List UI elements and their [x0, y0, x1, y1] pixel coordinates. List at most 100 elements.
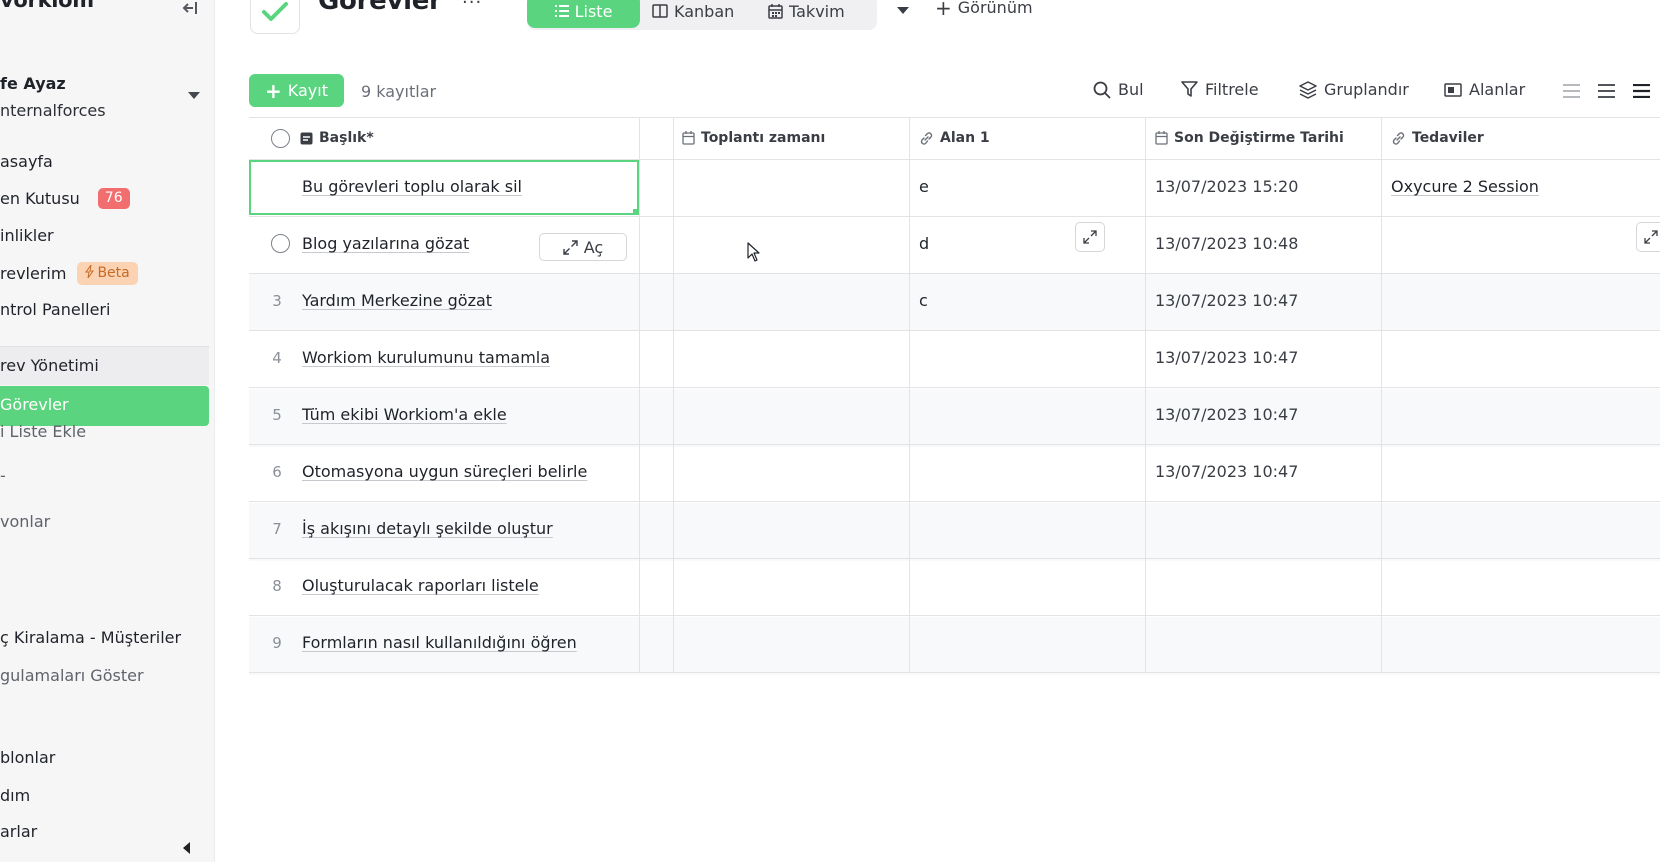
sidebar-item-activities[interactable]: inlikler	[0, 226, 54, 245]
sidebar-item-label: en Kutusu	[0, 189, 80, 208]
show-apps-link[interactable]: gulamaları Göster	[0, 666, 144, 685]
table-row-title[interactable]: Formların nasıl kullanıldığını öğren	[302, 633, 577, 652]
user-name[interactable]: fe Ayaz	[0, 74, 66, 93]
sidebar-item-label: revlerim	[0, 264, 67, 283]
row-checkbox[interactable]	[271, 234, 290, 253]
lightning-icon	[85, 264, 95, 279]
column-header-modified-date[interactable]: Son Değiştirme Tarihi	[1155, 117, 1344, 159]
sidebar-item-inbox[interactable]: en Kutusu 76	[0, 188, 130, 209]
table-row-modified: 13/07/2023 15:20	[1155, 177, 1299, 196]
row-number: 6	[272, 463, 282, 481]
section-label: rev Yönetimi	[0, 356, 99, 375]
inbox-count-badge: 76	[97, 188, 130, 209]
more-views-caret-icon[interactable]	[897, 7, 909, 14]
row-density-medium-icon[interactable]	[1598, 83, 1615, 102]
collapse-left-caret-icon[interactable]	[183, 842, 190, 854]
tab-list[interactable]: Liste	[527, 0, 640, 28]
table-row-title[interactable]: Otomasyona uygun süreçleri belirle	[302, 462, 587, 481]
row-density-compact-icon[interactable]	[1563, 83, 1580, 102]
expand-cell-icon[interactable]	[1075, 222, 1105, 252]
sidebar-item-label: Görevler	[0, 395, 69, 414]
sidebar-item-home[interactable]: asayfa	[0, 152, 53, 171]
select-all-checkbox[interactable]	[271, 129, 290, 148]
filter-icon	[1181, 81, 1198, 97]
workspace-section[interactable]: rev Yönetimi	[0, 346, 209, 385]
sidebar-item-templates[interactable]: blonlar	[0, 748, 55, 767]
text-field-icon	[300, 132, 313, 144]
search-icon	[1093, 81, 1111, 99]
row-number: 4	[272, 349, 282, 367]
row-number: 5	[272, 406, 282, 424]
sidebar-item-car-rental[interactable]: ç Kiralama - Müşteriler	[0, 628, 181, 647]
column-header-field-1[interactable]: Alan 1	[919, 117, 990, 159]
table-row-title[interactable]: Bu görevleri toplu olarak sil	[302, 177, 522, 196]
sidebar-item-my-tasks[interactable]: revlerim Beta	[0, 262, 138, 285]
mouse-cursor-icon	[747, 242, 761, 266]
layers-icon	[1299, 80, 1317, 99]
workspace-caret-icon[interactable]	[188, 92, 200, 99]
fields-button[interactable]: Alanlar	[1444, 80, 1525, 99]
sidebar-item-label: asayfa	[0, 152, 53, 171]
group-button[interactable]: Gruplandır	[1299, 80, 1409, 99]
expand-cell-icon[interactable]	[1636, 222, 1660, 252]
collapse-sidebar-icon[interactable]	[182, 0, 198, 19]
table-row-modified: 13/07/2023 10:48	[1155, 234, 1299, 253]
sidebar: vorkiom fe Ayaz nternalforces asayfa en …	[0, 0, 215, 862]
row-density-tall-icon[interactable]	[1633, 83, 1650, 102]
table-row-modified: 13/07/2023 10:47	[1155, 462, 1299, 481]
link-icon	[1392, 131, 1405, 145]
row-number: 7	[272, 520, 282, 538]
sidebar-item-label: ntrol Panelleri	[0, 300, 111, 319]
search-button[interactable]: Bul	[1093, 80, 1144, 99]
table-row-modified: 13/07/2023 10:47	[1155, 348, 1299, 367]
table-row-title[interactable]: Tüm ekibi Workiom'a ekle	[302, 405, 507, 424]
sidebar-item-settings[interactable]: arlar	[0, 822, 37, 841]
table-row-title[interactable]: Oluşturulacak raporları listele	[302, 576, 539, 595]
calendar-icon	[1155, 131, 1168, 145]
sidebar-item-tasks-active[interactable]: Görevler	[0, 386, 209, 426]
record-count: 9 kayıtlar	[361, 82, 437, 101]
tab-kanban[interactable]: Kanban	[652, 0, 734, 28]
table-row-title[interactable]: Blog yazılarına gözat	[302, 234, 469, 253]
column-header-title[interactable]: Başlık*	[300, 117, 374, 159]
fill-handle[interactable]	[633, 209, 639, 215]
sidebar-misc-item[interactable]: -	[0, 466, 6, 485]
table-row-field1[interactable]: e	[919, 177, 929, 196]
table-row-modified: 13/07/2023 10:47	[1155, 405, 1299, 424]
calendar-icon	[682, 131, 695, 145]
filter-button[interactable]: Filtrele	[1181, 80, 1259, 99]
sidebar-item-integrations[interactable]: vonlar	[0, 512, 50, 531]
table-row-modified: 13/07/2023 10:47	[1155, 291, 1299, 310]
row-number: 3	[272, 292, 282, 310]
row-number: 8	[272, 577, 282, 595]
table-row-title[interactable]: Yardım Merkezine gözat	[302, 291, 492, 310]
table-row-field1[interactable]: d	[919, 234, 929, 253]
more-options-icon[interactable]: ···	[462, 0, 482, 13]
view-switcher: Liste Kanban Takvim	[527, 0, 877, 30]
add-list-link[interactable]: i Liste Ekle	[0, 422, 86, 441]
workspace-name[interactable]: nternalforces	[0, 101, 106, 120]
open-record-button[interactable]: Aç	[539, 233, 627, 261]
page-icon[interactable]	[250, 0, 300, 34]
fields-icon	[1444, 82, 1462, 97]
column-header-treatments[interactable]: Tedaviler	[1391, 117, 1484, 159]
list-icon	[554, 5, 569, 17]
table-row-field1[interactable]: c	[919, 291, 928, 310]
brand-logo: vorkiom	[0, 0, 94, 12]
add-record-button[interactable]: + Kayıt	[249, 74, 344, 107]
column-header-meeting-time[interactable]: Toplantı zamanı	[682, 117, 825, 159]
sidebar-item-dashboards[interactable]: ntrol Panelleri	[0, 300, 110, 319]
table-row-title[interactable]: Workiom kurulumunu tamamla	[302, 348, 550, 367]
beta-badge: Beta	[77, 262, 138, 285]
check-icon	[262, 2, 288, 21]
table-row-treatments[interactable]: Oxycure 2 Session	[1391, 177, 1539, 196]
plus-icon: +	[265, 78, 282, 103]
add-view-button[interactable]: + Görünüm	[935, 0, 1033, 20]
link-icon	[920, 131, 933, 145]
page-title: Görevler	[318, 0, 442, 16]
table-row-title[interactable]: İş akışını detaylı şekilde oluştur	[302, 519, 553, 538]
sidebar-item-label: inlikler	[0, 226, 54, 245]
plus-icon: +	[935, 0, 952, 20]
tab-calendar[interactable]: Takvim	[768, 0, 845, 28]
sidebar-item-help[interactable]: dım	[0, 786, 30, 805]
